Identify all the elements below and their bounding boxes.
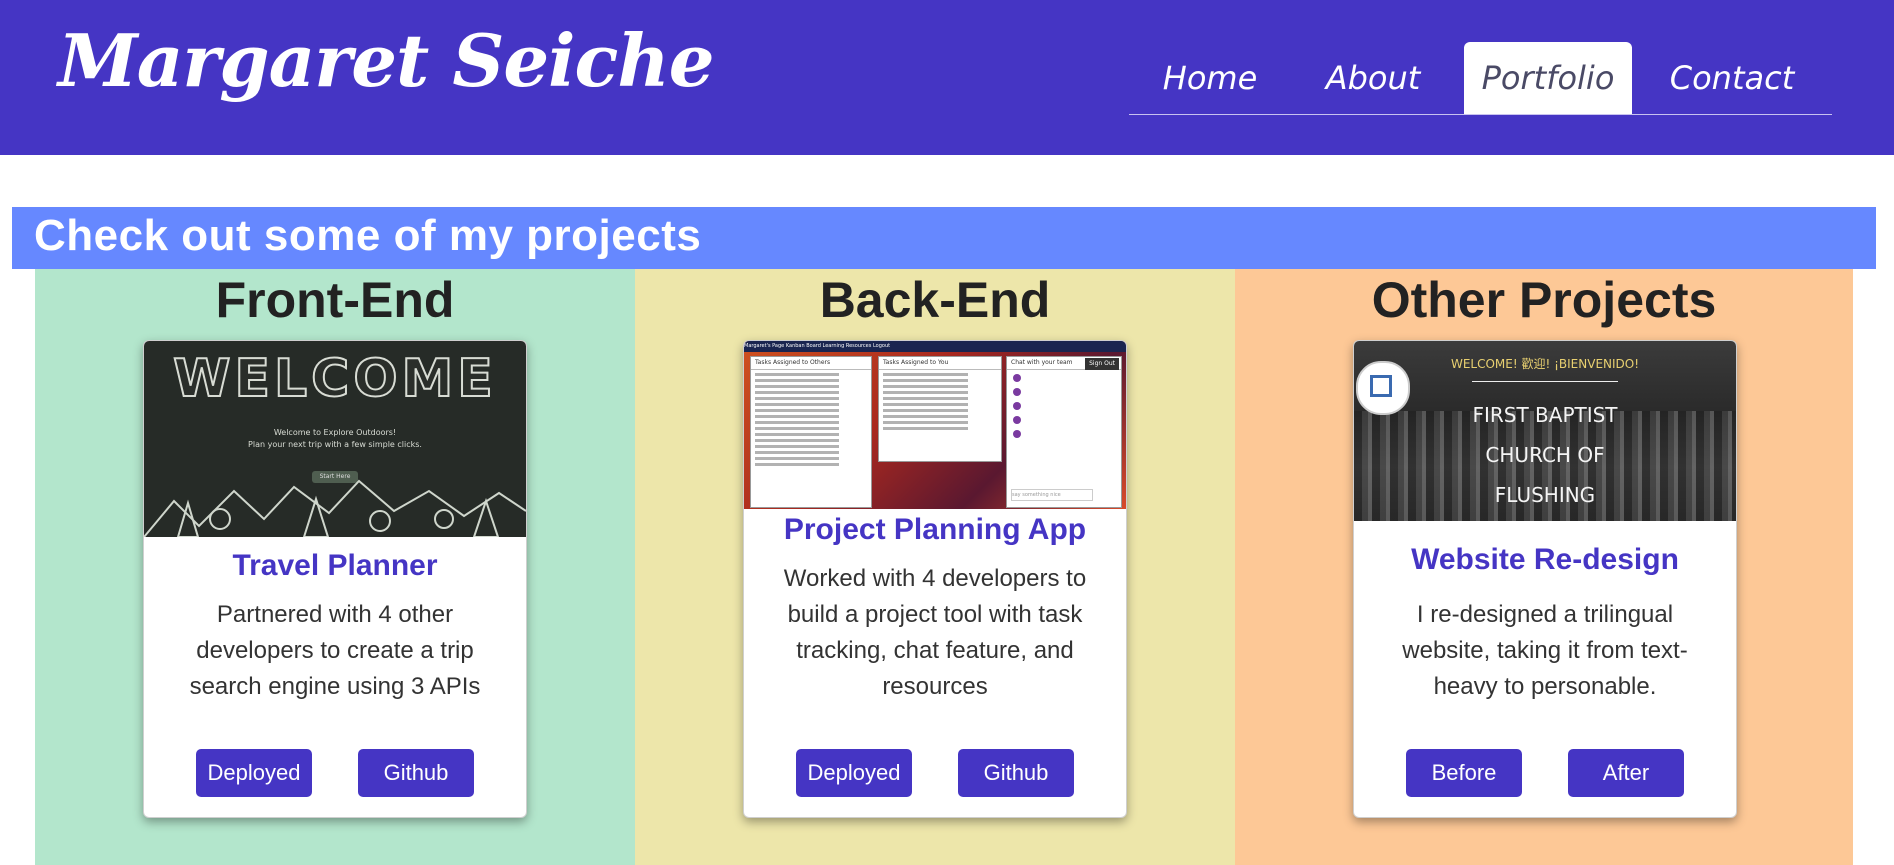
card-title[interactable]: Project Planning App <box>744 513 1126 547</box>
backend-column: Back-End Margaret's Page Kanban Board Le… <box>635 269 1235 865</box>
project-thumbnail: WELCOME Welcome to Explore Outdoors! Pla… <box>144 341 526 537</box>
site-brand[interactable]: Margaret Seiche <box>58 18 714 103</box>
github-button[interactable]: Github <box>358 749 474 797</box>
site-header: Margaret Seiche Home About Portfolio Con… <box>0 0 1894 155</box>
project-thumbnail: WELCOME! 歡迎! ¡BIENVENIDO! FIRST BAPTIST … <box>1354 341 1736 521</box>
frontend-column: Front-End WELCOME Welcome to Explore Out… <box>35 269 635 865</box>
project-card: WELCOME Welcome to Explore Outdoors! Pla… <box>143 340 527 818</box>
panel-heading: Tasks Assigned to Others <box>751 357 871 370</box>
card-description: Worked with 4 developers to build a proj… <box>783 565 1087 700</box>
nav-portfolio[interactable]: Portfolio <box>1464 42 1632 114</box>
main-nav: Home About Portfolio Contact <box>1129 42 1832 115</box>
panel-heading: Chat with your team Sign Out <box>1007 357 1121 370</box>
column-heading: Front-End <box>215 272 455 328</box>
nav-contact[interactable]: Contact <box>1632 42 1832 114</box>
thumbnail-church-name: FIRST BAPTIST CHURCH OF FLUSHING <box>1354 395 1736 515</box>
nav-home[interactable]: Home <box>1129 42 1291 114</box>
banner-title: Check out some of my projects <box>34 211 702 260</box>
card-title[interactable]: Website Re-design <box>1354 543 1736 577</box>
column-heading: Other Projects <box>1371 272 1717 328</box>
church-line1: FIRST BAPTIST <box>1472 403 1618 427</box>
project-thumbnail: Margaret's Page Kanban Board Learning Re… <box>744 341 1126 509</box>
before-button[interactable]: Before <box>1406 749 1522 797</box>
nav-about[interactable]: About <box>1291 42 1455 114</box>
project-card: WELCOME! 歡迎! ¡BIENVENIDO! FIRST BAPTIST … <box>1353 340 1737 818</box>
thumbnail-panel-others: Tasks Assigned to Others <box>750 356 872 508</box>
church-line2: CHURCH OF <box>1485 443 1605 467</box>
thumbnail-topbar: Margaret's Page Kanban Board Learning Re… <box>744 341 1126 352</box>
chat-input: say something nice <box>1011 489 1093 501</box>
church-line3: FLUSHING <box>1494 483 1596 507</box>
card-title[interactable]: Travel Planner <box>144 549 526 583</box>
thumbnail-panel-chat: Chat with your team Sign Out say somethi… <box>1006 356 1122 508</box>
church-logo-icon <box>1356 361 1410 415</box>
thumbnail-welcome-text: WELCOME! 歡迎! ¡BIENVENIDO! <box>1450 357 1640 371</box>
panel-heading: Tasks Assigned to You <box>879 357 1001 370</box>
projects-banner: Check out some of my projects <box>12 207 1876 269</box>
github-button[interactable]: Github <box>958 749 1074 797</box>
project-card: Margaret's Page Kanban Board Learning Re… <box>743 340 1127 818</box>
signout-label: Sign Out <box>1085 358 1119 370</box>
deployed-button[interactable]: Deployed <box>196 749 312 797</box>
deployed-button[interactable]: Deployed <box>796 749 912 797</box>
mountains-trees-icon <box>144 479 526 537</box>
chat-heading: Chat with your team <box>1011 359 1073 366</box>
after-button[interactable]: After <box>1568 749 1684 797</box>
other-projects-column: Other Projects WELCOME! 歡迎! ¡BIENVENIDO!… <box>1235 269 1853 865</box>
card-description: I re-designed a trilingual website, taki… <box>1402 601 1688 700</box>
column-heading: Back-End <box>819 272 1051 328</box>
thumbnail-panel-you: Tasks Assigned to You <box>878 356 1002 462</box>
card-description: Partnered with 4 other developers to cre… <box>189 601 481 700</box>
